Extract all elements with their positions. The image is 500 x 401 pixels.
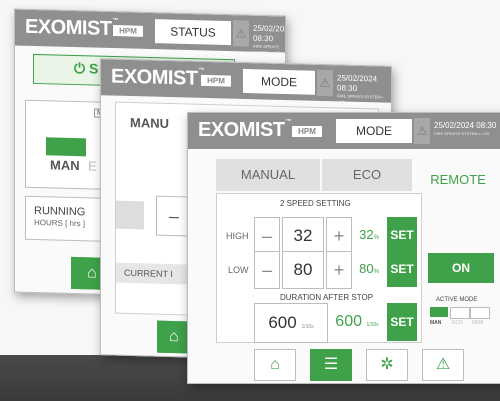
manual-label: MANU <box>130 114 169 131</box>
tab-mode[interactable]: MODE <box>336 119 412 143</box>
tab-remote[interactable]: REMOTE <box>416 165 500 195</box>
mode-settings-button[interactable]: ☰ <box>310 349 352 381</box>
home-button[interactable]: ⌂ <box>157 320 191 354</box>
datetime-display: 25/02/2024 08:30 FIRE SPRAYS SYSTEM • LC… <box>337 73 384 105</box>
current-label: CURRENT I <box>124 267 173 280</box>
high-label: HIGH <box>226 231 249 241</box>
brand-logo: EXOMIST™ <box>25 15 119 40</box>
remote-on-button[interactable]: ON <box>428 253 494 283</box>
dim-field <box>116 200 144 230</box>
home-icon: ⌂ <box>169 327 179 346</box>
active-mode-label: ACTIVE MODE <box>436 297 478 303</box>
tab-eco[interactable]: ECO <box>322 159 412 191</box>
low-minus-button[interactable]: – <box>254 251 280 289</box>
active-mode-eco-indicator <box>450 307 470 319</box>
model-badge: HPM <box>201 74 231 87</box>
man-label: MAN <box>50 157 80 174</box>
warning-icon[interactable]: ⚠ <box>414 118 430 144</box>
model-badge: HPM <box>113 25 143 37</box>
eco-label: E <box>88 158 97 174</box>
hours-label: HOURS [ hrs ] <box>34 217 86 229</box>
duration-current-display: 600 1/10s <box>330 303 384 341</box>
low-set-button[interactable]: SET <box>387 251 417 287</box>
warning-icon[interactable]: ⚠ <box>233 20 249 47</box>
active-mode-rem-indicator <box>470 307 490 319</box>
low-value-field[interactable]: 80 <box>282 251 324 289</box>
screen-header: EXOMIST™ HPM MODE ⚠ 25/02/2024 08:30 FIR… <box>188 113 500 149</box>
active-mode-man-label: MAN <box>430 320 442 326</box>
brand-logo: EXOMIST™ <box>111 65 205 90</box>
high-value-field[interactable]: 32 <box>282 217 324 255</box>
duration-value-field[interactable]: 600 1/10s <box>254 303 328 343</box>
home-button[interactable]: ⌂ <box>254 349 296 381</box>
gear-icon: ✲ <box>380 356 394 373</box>
high-plus-button[interactable]: + <box>326 217 352 255</box>
screen-header: EXOMIST™ HPM STATUS ⚠ 25/02/2024 08:30 F… <box>15 9 286 55</box>
warning-icon[interactable]: ⚠ <box>317 69 333 97</box>
duration-label: DURATION AFTER STOP <box>280 293 374 302</box>
screen-header: EXOMIST™ HPM MODE ⚠ 25/02/2024 08:30 FIR… <box>101 59 391 105</box>
mixer-icon: ☰ <box>323 356 339 373</box>
warning-icon: ⚠ <box>435 356 451 373</box>
home-icon: ⌂ <box>270 356 280 373</box>
low-label: LOW <box>228 265 249 275</box>
datetime-display: 25/02/2024 08:30 FIRE SPRAYS SYSTEM • LC… <box>434 121 497 136</box>
speed-setting-label: 2 SPEED SETTING <box>280 199 351 208</box>
active-mode-rem-label: REM <box>472 320 484 326</box>
brand-logo: EXOMIST™ <box>198 119 292 141</box>
duration-set-button[interactable]: SET <box>387 303 417 341</box>
man-indicator <box>46 137 86 157</box>
high-percent-display: 32% <box>354 217 384 253</box>
model-badge: HPM <box>292 126 322 137</box>
active-mode-man-indicator <box>430 307 448 317</box>
settings-button[interactable]: ✲ <box>366 349 408 381</box>
datetime-display: 25/02/2024 08:30 FIRE SPRAYS SYSTEM • LC… <box>253 23 286 56</box>
running-label: RUNNING <box>34 204 86 219</box>
high-minus-button[interactable]: – <box>254 217 280 255</box>
high-set-button[interactable]: SET <box>387 217 417 253</box>
mode-screen: EXOMIST™ HPM MODE ⚠ 25/02/2024 08:30 FIR… <box>187 112 500 384</box>
current-label-bg: CURRENT I <box>116 262 196 285</box>
tab-mode[interactable]: MODE <box>243 68 315 95</box>
low-percent-display: 80% <box>354 251 384 287</box>
tab-status[interactable]: STATUS <box>155 19 231 46</box>
low-plus-button[interactable]: + <box>326 251 352 289</box>
start-button[interactable]: ⏻ S <box>74 60 98 78</box>
active-mode-eco-label: ECO <box>452 320 463 326</box>
tab-manual[interactable]: MANUAL <box>216 159 320 191</box>
alarm-button[interactable]: ⚠ <box>422 349 464 381</box>
home-icon: ⌂ <box>87 264 97 282</box>
